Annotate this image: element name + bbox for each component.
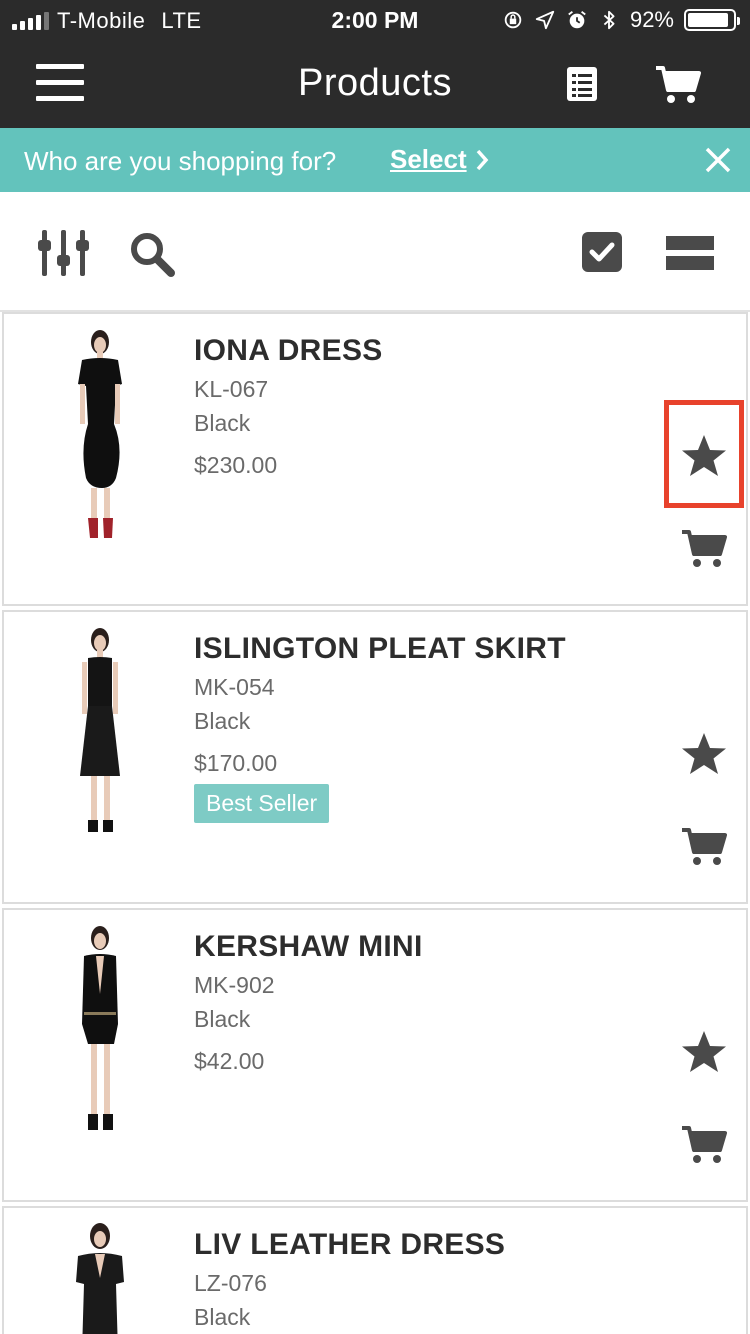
orientation-lock-icon: [504, 11, 522, 29]
product-color: Black: [194, 708, 251, 734]
product-name[interactable]: IONA DRESS: [194, 334, 383, 368]
status-right: 92%: [502, 7, 740, 33]
product-price: $230.00: [194, 452, 278, 478]
list-toolbar: [0, 192, 750, 312]
product-color: Black: [194, 410, 251, 436]
order-list-icon[interactable]: [566, 66, 598, 102]
product-sku: LZ-076: [194, 1270, 267, 1296]
product-price: $170.00: [194, 750, 278, 776]
product-thumbnail[interactable]: [54, 626, 144, 846]
page-title: Products: [298, 62, 452, 104]
status-bar: T-Mobile LTE 2:00 PM 92%: [0, 0, 750, 40]
product-sku: MK-054: [194, 674, 275, 700]
location-arrow-icon: [535, 10, 555, 30]
add-to-cart-icon[interactable]: [680, 826, 728, 868]
chevron-right-icon: [476, 149, 488, 170]
product-thumbnail[interactable]: [54, 328, 144, 548]
product-color: Black: [194, 1304, 251, 1330]
filter-sliders-icon[interactable]: [38, 228, 90, 278]
alarm-icon: [568, 11, 586, 29]
shopping-for-banner: Who are you shopping for? Select: [0, 128, 750, 192]
cart-icon[interactable]: [654, 64, 702, 106]
select-link-label: Select: [390, 144, 467, 174]
product-sku: KL-067: [194, 376, 269, 402]
nav-bar: Products: [0, 40, 750, 128]
product-sku: MK-902: [194, 972, 275, 998]
product-name[interactable]: LIV LEATHER DRESS: [194, 1228, 505, 1262]
product-card[interactable]: ISLINGTON PLEAT SKIRT MK-054 Black $170.…: [2, 610, 748, 904]
star-icon[interactable]: [680, 432, 728, 480]
select-mode-checkbox-icon[interactable]: [582, 232, 622, 272]
add-to-cart-icon[interactable]: [680, 528, 728, 570]
product-name[interactable]: KERSHAW MINI: [194, 930, 423, 964]
bluetooth-icon: [603, 10, 615, 30]
product-thumbnail[interactable]: [54, 924, 144, 1144]
product-card[interactable]: IONA DRESS KL-067 Black $230.00: [2, 312, 748, 606]
banner-text: Who are you shopping for?: [24, 146, 337, 176]
product-price: $42.00: [194, 1048, 265, 1074]
product-thumbnail[interactable]: [54, 1222, 144, 1334]
star-icon[interactable]: [680, 1028, 728, 1076]
add-to-cart-icon[interactable]: [680, 1124, 728, 1166]
product-card[interactable]: LIV LEATHER DRESS LZ-076 Black: [2, 1206, 748, 1334]
product-name[interactable]: ISLINGTON PLEAT SKIRT: [194, 632, 566, 666]
select-customer-link[interactable]: Select: [390, 144, 489, 175]
product-color: Black: [194, 1006, 251, 1032]
battery-percent: 92%: [629, 7, 674, 32]
best-seller-badge: Best Seller: [194, 784, 330, 823]
list-view-icon[interactable]: [666, 236, 714, 270]
search-icon[interactable]: [128, 230, 176, 278]
battery-icon: [684, 9, 740, 31]
product-card[interactable]: KERSHAW MINI MK-902 Black $42.00: [2, 908, 748, 1202]
star-icon[interactable]: [680, 730, 728, 778]
close-icon[interactable]: [704, 146, 732, 174]
